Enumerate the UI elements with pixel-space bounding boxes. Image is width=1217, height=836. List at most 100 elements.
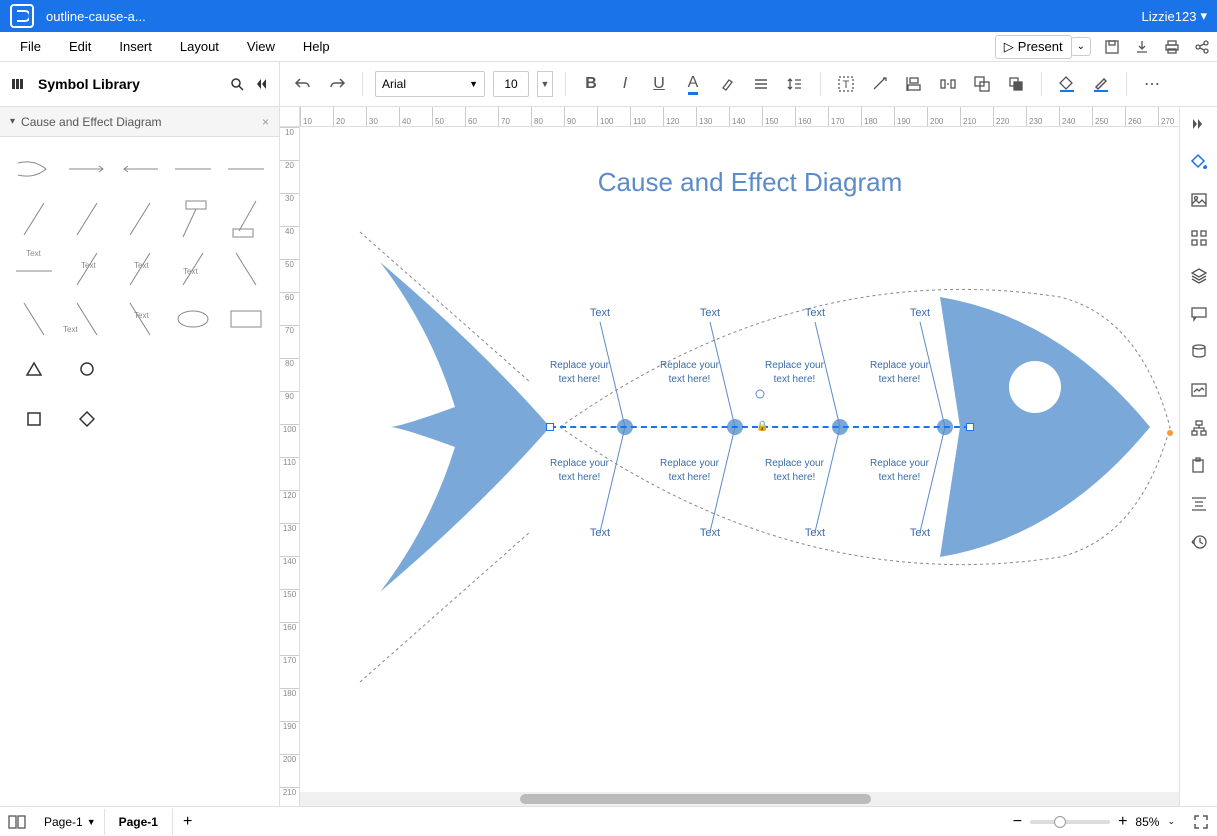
shape-text-diag4[interactable]: Text <box>63 297 110 341</box>
top-bone-label[interactable]: Text <box>570 307 630 319</box>
menu-help[interactable]: Help <box>289 33 344 60</box>
shape-diamond[interactable] <box>63 397 110 441</box>
page-tab-1[interactable]: Page-1 <box>104 809 173 835</box>
menu-view[interactable]: View <box>233 33 289 60</box>
collapse-sidebar-icon[interactable] <box>253 76 269 92</box>
connector-button[interactable] <box>867 71 893 97</box>
diagram-page[interactable]: Cause and Effect Diagram <box>300 127 1179 806</box>
top-bone-label[interactable]: Text <box>785 307 845 319</box>
font-family-select[interactable]: Arial▼ <box>375 71 485 97</box>
present-dropdown[interactable]: ⌄ <box>1071 37 1091 56</box>
search-icon[interactable] <box>229 76 245 92</box>
shape-fishhead[interactable] <box>10 147 57 191</box>
menu-insert[interactable]: Insert <box>105 33 166 60</box>
shape-square[interactable] <box>10 397 57 441</box>
add-page-button[interactable]: + <box>173 813 202 831</box>
menu-file[interactable]: File <box>6 33 55 60</box>
user-menu[interactable]: Lizzie123▾ <box>1142 8 1207 24</box>
present-button[interactable]: ▷Present <box>995 35 1072 59</box>
tree-panel-icon[interactable] <box>1188 417 1210 439</box>
share-icon[interactable] <box>1193 38 1211 56</box>
shape-text-diag1[interactable]: Text <box>63 247 110 291</box>
shape-rect[interactable] <box>222 297 269 341</box>
top-bone-text[interactable]: Replace your text here! <box>867 359 932 387</box>
menu-layout[interactable]: Layout <box>166 33 233 60</box>
shape-triangle[interactable] <box>10 347 57 391</box>
group-button[interactable] <box>969 71 995 97</box>
more-button[interactable]: ⋯ <box>1139 71 1165 97</box>
arrange-button[interactable] <box>1003 71 1029 97</box>
bold-button[interactable]: B <box>578 71 604 97</box>
bottom-bone-text[interactable]: Replace your text here! <box>547 457 612 485</box>
zoom-value[interactable]: 85% <box>1135 815 1159 829</box>
export-icon[interactable] <box>1133 38 1151 56</box>
bottom-bone-text[interactable]: Replace your text here! <box>867 457 932 485</box>
print-icon[interactable] <box>1163 38 1181 56</box>
zoom-slider[interactable] <box>1030 820 1110 824</box>
shape-ellipse[interactable] <box>169 297 216 341</box>
bottom-bone-text[interactable]: Replace your text here! <box>762 457 827 485</box>
shape-diag4[interactable] <box>222 247 269 291</box>
shape-text-diag5[interactable]: Text <box>116 297 163 341</box>
close-category-icon[interactable]: × <box>262 115 269 129</box>
data-panel-icon[interactable] <box>1188 341 1210 363</box>
top-bone-text[interactable]: Replace your text here! <box>762 359 827 387</box>
shape-line2[interactable] <box>222 147 269 191</box>
save-icon[interactable] <box>1103 38 1121 56</box>
bottom-bone-label[interactable]: Text <box>570 527 630 539</box>
top-bone-label[interactable]: Text <box>890 307 950 319</box>
spacing-panel-icon[interactable] <box>1188 493 1210 515</box>
bottom-bone-label[interactable]: Text <box>890 527 950 539</box>
bottom-bone-label[interactable]: Text <box>680 527 740 539</box>
shape-line[interactable] <box>169 147 216 191</box>
shape-text-line1[interactable]: Text <box>10 247 57 291</box>
shape-spine-left[interactable] <box>116 147 163 191</box>
image-panel-icon[interactable] <box>1188 189 1210 211</box>
underline-button[interactable]: U <box>646 71 672 97</box>
document-title[interactable]: outline-cause-a... <box>46 9 146 24</box>
align-button[interactable] <box>748 71 774 97</box>
zoom-in-button[interactable]: + <box>1118 813 1127 831</box>
shape-diag2[interactable] <box>63 197 110 241</box>
shape-diag1[interactable] <box>10 197 57 241</box>
fullscreen-icon[interactable] <box>1193 814 1209 830</box>
menu-edit[interactable]: Edit <box>55 33 105 60</box>
font-size-caret[interactable]: ▼ <box>537 71 553 97</box>
layers-panel-icon[interactable] <box>1188 265 1210 287</box>
app-logo-icon[interactable] <box>10 4 34 28</box>
fill-color-button[interactable] <box>1054 71 1080 97</box>
selection-handle-right[interactable] <box>966 423 974 431</box>
collapse-right-panel-icon[interactable] <box>1188 113 1210 135</box>
horizontal-scrollbar[interactable] <box>300 792 1179 806</box>
selection-handle-left[interactable] <box>546 423 554 431</box>
top-bone-text[interactable]: Replace your text here! <box>657 359 722 387</box>
category-header[interactable]: ▾ Cause and Effect Diagram × <box>0 107 279 137</box>
ruler-vertical[interactable]: 1020304050607080901001101201301401501601… <box>280 127 300 806</box>
clipboard-panel-icon[interactable] <box>1188 455 1210 477</box>
shape-spine-right[interactable] <box>63 147 110 191</box>
line-color-button[interactable] <box>1088 71 1114 97</box>
grid-panel-icon[interactable] <box>1188 227 1210 249</box>
zoom-caret[interactable]: ⌄ <box>1167 816 1175 827</box>
zoom-out-button[interactable]: − <box>1013 813 1022 831</box>
undo-button[interactable] <box>290 71 316 97</box>
shape-box-diag1[interactable] <box>169 197 216 241</box>
font-color-button[interactable]: A <box>680 71 706 97</box>
highlight-button[interactable] <box>714 71 740 97</box>
distribute-button[interactable] <box>935 71 961 97</box>
shape-diag3[interactable] <box>116 197 163 241</box>
shape-box-diag2[interactable] <box>222 197 269 241</box>
comments-panel-icon[interactable] <box>1188 303 1210 325</box>
bottom-bone-label[interactable]: Text <box>785 527 845 539</box>
redo-button[interactable] <box>324 71 350 97</box>
bottom-bone-text[interactable]: Replace your text here! <box>657 457 722 485</box>
shape-circle[interactable] <box>63 347 110 391</box>
canvas[interactable]: Cause and Effect Diagram <box>300 127 1179 806</box>
history-panel-icon[interactable] <box>1188 531 1210 553</box>
top-bone-label[interactable]: Text <box>680 307 740 319</box>
top-bone-text[interactable]: Replace your text here! <box>547 359 612 387</box>
shape-text-diag2[interactable]: Text <box>116 247 163 291</box>
media-panel-icon[interactable] <box>1188 379 1210 401</box>
shape-diag5[interactable] <box>10 297 57 341</box>
pages-list-icon[interactable] <box>8 815 26 829</box>
